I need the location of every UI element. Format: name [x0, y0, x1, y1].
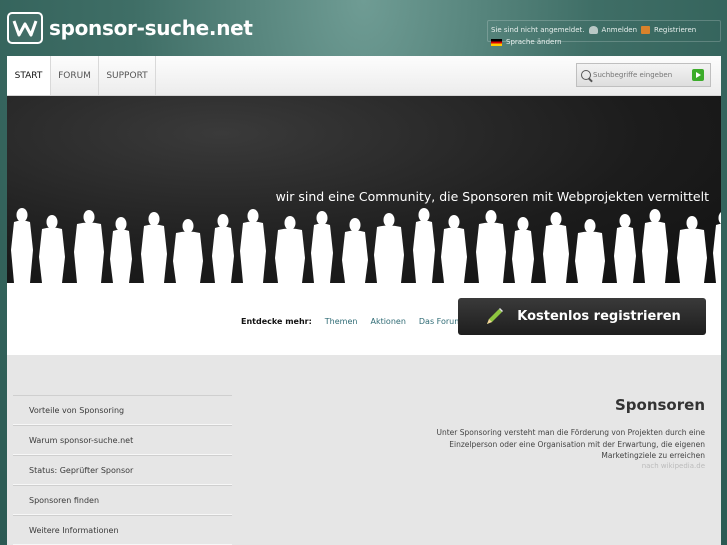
sidebar-item-warum[interactable]: Warum sponsor-suche.net [13, 425, 232, 455]
page-container: START FORUM SUPPORT wir sind eine Commun… [7, 56, 721, 545]
logo[interactable]: sponsor-suche.net [7, 12, 253, 44]
hero-slogan: wir sind eine Community, die Sponsoren m… [275, 189, 709, 204]
german-flag-icon [491, 38, 502, 46]
search-go-button[interactable] [692, 69, 704, 81]
change-language-link[interactable]: Sprache ändern [506, 36, 562, 48]
search-icon [581, 70, 591, 80]
w-logo-icon [7, 12, 43, 44]
promo-bar: Entdecke mehr: Themen Aktionen Das Forum… [7, 283, 721, 355]
crowd-silhouette-image [11, 208, 721, 283]
side-menu: Vorteile von Sponsoring Warum sponsor-su… [13, 395, 232, 545]
login-status-text: Sie sind nicht angemeldet. [491, 26, 585, 34]
tab-support[interactable]: SUPPORT [99, 56, 156, 95]
login-link[interactable]: Anmelden [602, 24, 637, 36]
sidebar-item-sponsoren-finden[interactable]: Sponsoren finden [13, 485, 232, 515]
link-aktionen[interactable]: Aktionen [370, 317, 405, 326]
account-info: Sie sind nicht angemeldet. Anmelden Regi… [491, 24, 696, 48]
search-input[interactable] [591, 71, 689, 79]
sidebar-item-weitere-informationen[interactable]: Weitere Informationen [13, 515, 232, 545]
source-note: nach wikipedia.de [641, 462, 705, 470]
section-title: Sponsoren [614, 396, 705, 414]
free-register-label: Kostenlos registrieren [517, 309, 681, 324]
user-icon [588, 26, 598, 34]
link-themen[interactable]: Themen [325, 317, 358, 326]
register-link[interactable]: Registrieren [654, 24, 696, 36]
main-nav: START FORUM SUPPORT [7, 56, 721, 96]
pencil-icon [487, 307, 504, 324]
link-das-forum[interactable]: Das Forum [419, 317, 462, 326]
free-register-button[interactable]: Kostenlos registrieren [458, 298, 706, 335]
discover-links: Entdecke mehr: Themen Aktionen Das Forum [241, 317, 462, 326]
tab-start[interactable]: START [7, 56, 51, 95]
content-area: Vorteile von Sponsoring Warum sponsor-su… [7, 355, 721, 545]
search-box [576, 63, 711, 87]
sidebar-item-status[interactable]: Status: Geprüfter Sponsor [13, 455, 232, 485]
section-description: Unter Sponsoring versteht man die Förder… [436, 428, 705, 460]
hero-banner: wir sind eine Community, die Sponsoren m… [7, 96, 721, 283]
site-name: sponsor-suche.net [49, 16, 253, 40]
register-icon [641, 26, 651, 34]
discover-label: Entdecke mehr: [241, 317, 312, 326]
sidebar-item-vorteile[interactable]: Vorteile von Sponsoring [13, 395, 232, 425]
tab-forum[interactable]: FORUM [51, 56, 99, 95]
